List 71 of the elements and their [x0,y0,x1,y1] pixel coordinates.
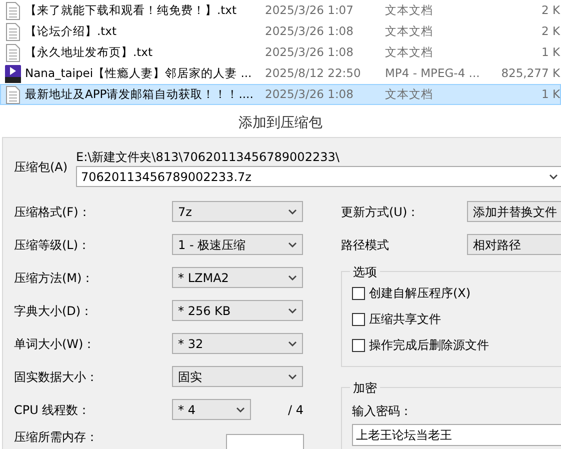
file-row[interactable]: 【永久地址发布页】.txt 2025/3/26 1:08 文本文档 1 K [0,42,561,63]
setting-select[interactable]: 相对路径 [467,234,561,255]
setting-select[interactable]: 固实 [172,366,303,387]
setting-label: 压缩方法(M)： [14,270,95,286]
checkbox-label: 操作完成后删除源文件 [369,337,489,354]
file-row[interactable]: Nana_taipei【性瘾人妻】邻居家的人妻 ... 2025/8/12 22:50 MP4 - MPEG-4 ... 825,277 K [0,63,561,84]
chevron-down-icon [549,174,558,180]
chevron-down-icon [288,374,297,380]
chevron-down-icon [288,208,297,214]
file-type: 文本文档 [385,22,434,40]
file-size: 1 K [540,44,560,61]
setting-select[interactable]: 添加并替换文件 [467,201,561,222]
archive-path: E:\新建文件夹\813\70620113456789002233\ [76,149,340,166]
setting-label: CPU 线程数： [14,402,92,418]
setting-select[interactable]: 7z [172,201,303,222]
setting-label: 压缩所需内存： [14,429,99,446]
checkbox[interactable] [352,286,365,300]
setting-label: 压缩等级(L)： [14,236,92,254]
file-date: 2025/3/26 1:08 [265,86,354,103]
chevron-down-icon [288,242,297,248]
file-type: MP4 - MPEG-4 ... [385,64,481,82]
file-name: Nana_taipei【性瘾人妻】邻居家的人妻 ... [25,64,253,82]
file-size: 1 K [540,86,560,103]
text-file-icon [5,22,21,40]
file-size: 2 K [540,2,560,19]
thread-total: / 4 [288,402,304,418]
setting-label: 单词大小(W)： [14,336,96,352]
file-row[interactable]: 最新地址及APP请发邮箱自动获取！！！.... 2025/3/26 1:08 文本文档 1 K [0,84,561,105]
text-file-icon [5,2,21,20]
archive-label: 压缩包(A) [14,159,69,176]
setting-select[interactable]: * 4 [172,399,251,420]
setting-select[interactable]: 1 - 极速压缩 [172,234,303,255]
dialog-title: 添加到压缩包 [238,114,324,133]
file-size: 2 K [540,22,560,40]
file-type: 文本文档 [385,2,434,19]
file-date: 2025/8/12 22:50 [265,64,362,82]
file-name: 【永久地址发布页】.txt [25,44,154,61]
setting-label: 路径模式 [341,236,390,254]
file-name: 【来了就能下载和观看！纯免费！】.txt [25,2,238,19]
checkbox-label: 压缩共享文件 [369,311,441,328]
video-file-icon [5,64,21,82]
file-row[interactable]: 【论坛介绍】.txt 2025/3/26 1:08 文本文档 2 K [0,21,561,42]
setting-select[interactable]: * 256 KB [172,300,303,321]
archive-name-combo[interactable]: 70620113456789002233.7z [76,166,561,187]
setting-select[interactable]: * 32 [172,333,303,354]
checkbox[interactable] [352,312,365,326]
file-date: 2025/3/26 1:07 [265,2,354,19]
chevron-down-icon [288,274,297,280]
checkbox[interactable] [352,338,365,352]
chevron-down-icon [288,308,297,314]
chevron-down-icon [288,340,297,346]
password-field[interactable]: 上老王论坛当老王 [352,424,561,446]
file-date: 2025/3/26 1:08 [265,44,354,61]
checkbox-label: 创建自解压程序(X) [369,285,471,302]
file-type: 文本文档 [385,86,434,103]
setting-label: 压缩格式(F)： [14,204,92,220]
file-row[interactable]: 【来了就能下载和观看！纯免费！】.txt 2025/3/26 1:07 文本文档 2 K [0,0,561,21]
file-name: 【论坛介绍】.txt [25,22,118,40]
file-size: 825,277 K [500,64,560,82]
file-type: 文本文档 [385,44,434,61]
setting-label: 更新方式(U)： [341,204,420,220]
setting-label: 固实数据大小： [14,368,99,386]
text-file-icon [5,44,21,62]
file-name: 最新地址及APP请发邮箱自动获取！！！.... [25,86,254,103]
setting-label: 字典大小(D)： [14,302,94,320]
password-label: 输入密码： [352,403,413,420]
setting-select[interactable]: * LZMA2 [172,267,303,288]
file-date: 2025/3/26 1:08 [265,22,354,40]
text-file-icon [5,86,21,104]
group-title: 选项 [350,263,380,281]
chevron-down-icon [236,406,245,412]
